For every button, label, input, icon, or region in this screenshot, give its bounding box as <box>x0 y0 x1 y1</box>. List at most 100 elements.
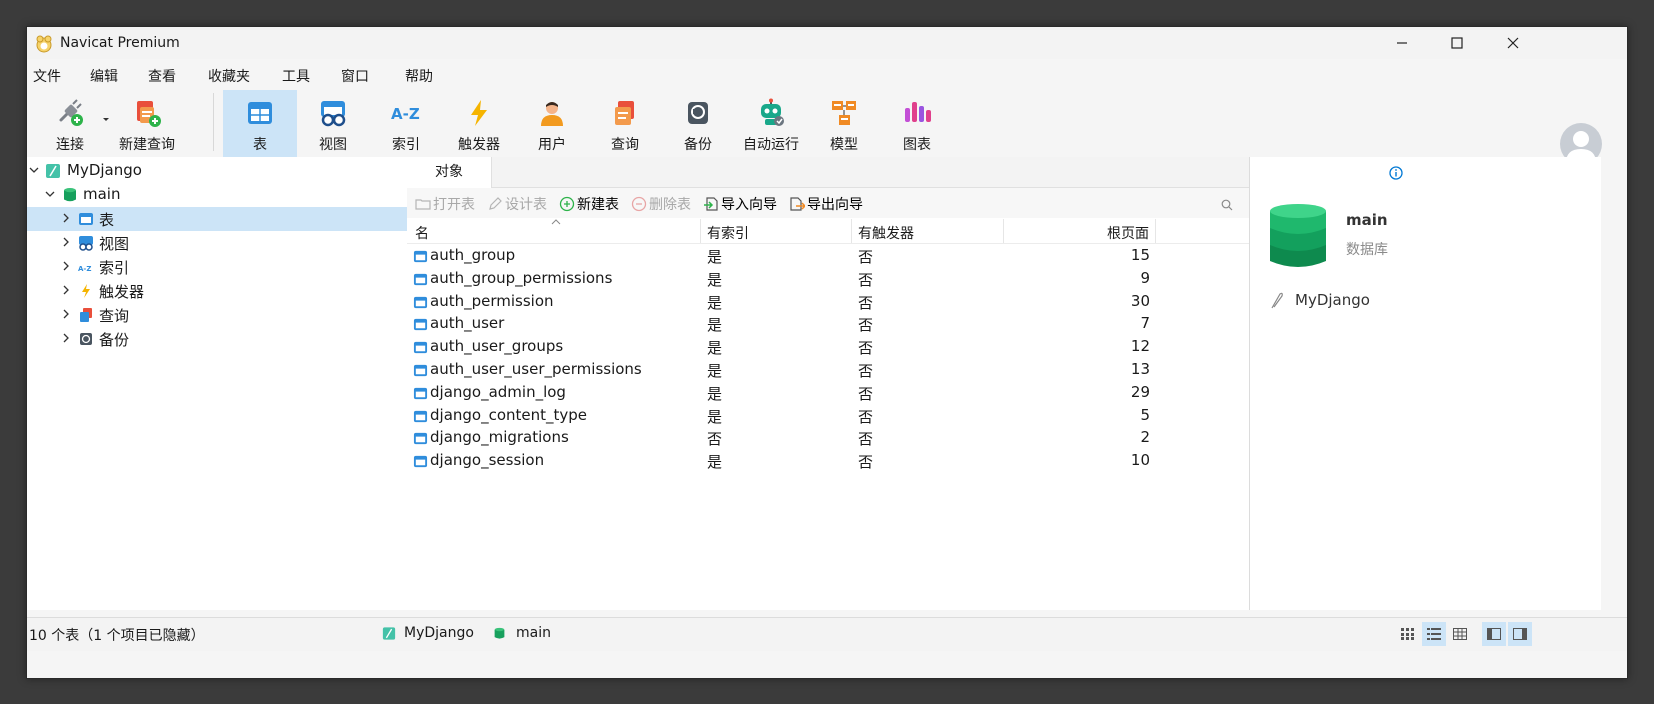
chevron-right-icon[interactable] <box>61 309 71 319</box>
sqlite-feather-icon <box>382 627 396 640</box>
chevron-down-icon[interactable] <box>45 189 55 199</box>
backup-icon <box>80 333 92 345</box>
import-wizard-label: 导入向导 <box>721 197 777 213</box>
new-query-button[interactable]: 新建查询 <box>109 90 185 158</box>
table-row[interactable]: django_migrations 否 否 2 <box>407 427 1249 450</box>
chevron-right-icon[interactable] <box>61 333 71 343</box>
search-icon[interactable] <box>1221 199 1233 211</box>
table-row[interactable]: django_content_type 是 否 5 <box>407 405 1249 428</box>
table-row[interactable]: auth_group 是 否 15 <box>407 245 1249 268</box>
table-button[interactable]: 表 <box>223 90 297 158</box>
index-button[interactable]: A-Z 索引 <box>369 90 443 158</box>
view-button[interactable]: 视图 <box>296 90 370 158</box>
automation-label: 自动运行 <box>743 137 799 153</box>
tree-item-tables[interactable]: 表 <box>27 207 431 231</box>
database-large-icon <box>1270 204 1326 267</box>
cell-table-name: django_admin_log <box>430 382 566 401</box>
model-button[interactable]: 模型 <box>807 90 881 158</box>
main-toolbar: 连接 新建查询 表 视图 A-Z 索引 触发器 用户 查询 备份 自动运行 模型… <box>27 58 1627 165</box>
cell-has-index: 是 <box>707 362 723 380</box>
import-icon <box>704 197 718 211</box>
info-object-type: 数据库 <box>1346 242 1388 258</box>
table-icon <box>413 387 428 399</box>
column-header-root-page[interactable]: 根页面 <box>1107 223 1149 243</box>
chevron-right-icon[interactable] <box>61 285 71 295</box>
toggle-left-pane-button[interactable] <box>1482 622 1506 646</box>
cell-root-page: 15 <box>1130 246 1150 264</box>
chevron-right-icon[interactable] <box>61 237 71 247</box>
column-divider[interactable] <box>700 219 701 243</box>
column-divider[interactable] <box>851 219 852 243</box>
cell-root-page: 7 <box>1140 314 1150 333</box>
chart-button[interactable]: 图表 <box>880 90 954 158</box>
table-row[interactable]: auth_user_groups 是 否 12 <box>407 336 1249 359</box>
open-table-label: 打开表 <box>433 197 475 213</box>
column-divider[interactable] <box>1155 219 1156 243</box>
user-label: 用户 <box>538 137 566 153</box>
backup-button[interactable]: 备份 <box>661 90 735 158</box>
table-row[interactable]: auth_group_permissions 是 否 9 <box>407 268 1249 291</box>
connect-label: 连接 <box>56 137 84 153</box>
query-icon <box>80 308 92 322</box>
tree-item-triggers[interactable]: 触发器 <box>27 279 431 303</box>
view-icon <box>321 101 346 127</box>
detail-view-button[interactable] <box>1448 622 1472 646</box>
table-row[interactable]: auth_permission 是 否 30 <box>407 291 1249 314</box>
grid-view-button[interactable] <box>1396 622 1420 646</box>
minus-circle-icon <box>631 196 647 212</box>
status-database: main <box>516 625 551 641</box>
minimize-button[interactable] <box>1373 27 1431 59</box>
sqlite-feather-icon <box>46 164 60 178</box>
cell-root-page: 10 <box>1130 451 1150 470</box>
model-icon <box>832 101 856 125</box>
left-pane-icon <box>1487 628 1501 640</box>
robot-icon <box>761 98 784 126</box>
chevron-right-icon[interactable] <box>61 261 71 271</box>
tab-objects[interactable]: 对象 <box>407 157 492 188</box>
list-icon <box>1427 628 1441 640</box>
table-row[interactable]: django_session 是 否 10 <box>407 450 1249 473</box>
query-button[interactable]: 查询 <box>588 90 662 158</box>
close-icon <box>1507 37 1519 49</box>
right-pane-icon <box>1513 628 1527 640</box>
cell-table-name: auth_permission <box>430 291 554 310</box>
column-divider[interactable] <box>1003 219 1004 243</box>
tree-item-label: 查询 <box>99 307 130 325</box>
table-row[interactable]: django_admin_log 是 否 29 <box>407 382 1249 405</box>
chevron-down-icon[interactable] <box>29 165 39 175</box>
info-icon[interactable] <box>1389 166 1403 180</box>
table-row[interactable]: auth_user 是 否 7 <box>407 313 1249 336</box>
cell-table-name: django_migrations <box>430 428 569 447</box>
tree-item-indexes[interactable]: A-Z 索引 <box>27 255 431 279</box>
table-icon <box>413 410 428 422</box>
user-button[interactable]: 用户 <box>515 90 589 158</box>
column-header-has-trigger[interactable]: 有触发器 <box>858 223 914 243</box>
cell-root-page: 12 <box>1130 337 1150 356</box>
list-view-button[interactable] <box>1422 622 1446 646</box>
column-header-has-index[interactable]: 有索引 <box>707 223 749 243</box>
tree-item-backups[interactable]: 备份 <box>27 327 431 351</box>
query-icon <box>615 101 634 125</box>
cell-root-page: 29 <box>1130 382 1150 401</box>
table-icon <box>413 456 428 468</box>
chevron-right-icon[interactable] <box>61 213 71 223</box>
maximize-button[interactable] <box>1428 27 1486 59</box>
close-button[interactable] <box>1484 27 1542 59</box>
column-header-name[interactable]: 名 <box>415 223 429 243</box>
tree-database-label: main <box>83 185 121 203</box>
cell-has-index: 是 <box>707 339 723 358</box>
cell-has-index: 是 <box>707 316 723 335</box>
automation-button[interactable]: 自动运行 <box>734 90 808 158</box>
cell-table-name: auth_group <box>430 246 516 264</box>
toggle-right-pane-button[interactable] <box>1508 622 1532 646</box>
tree-item-queries[interactable]: 查询 <box>27 303 431 327</box>
tree-item-views[interactable]: 视图 <box>27 231 431 255</box>
connect-button[interactable]: 连接 <box>33 90 107 158</box>
tree-database-main[interactable]: main <box>27 183 431 207</box>
table-row[interactable]: auth_user_user_permissions 是 否 13 <box>407 359 1249 382</box>
tree-connection-mydjango[interactable]: MyDjango <box>27 159 431 183</box>
maximize-icon <box>1451 37 1463 49</box>
tree-item-label: 索引 <box>99 259 130 277</box>
svg-text:A-Z: A-Z <box>78 265 91 273</box>
trigger-button[interactable]: 触发器 <box>442 90 516 158</box>
